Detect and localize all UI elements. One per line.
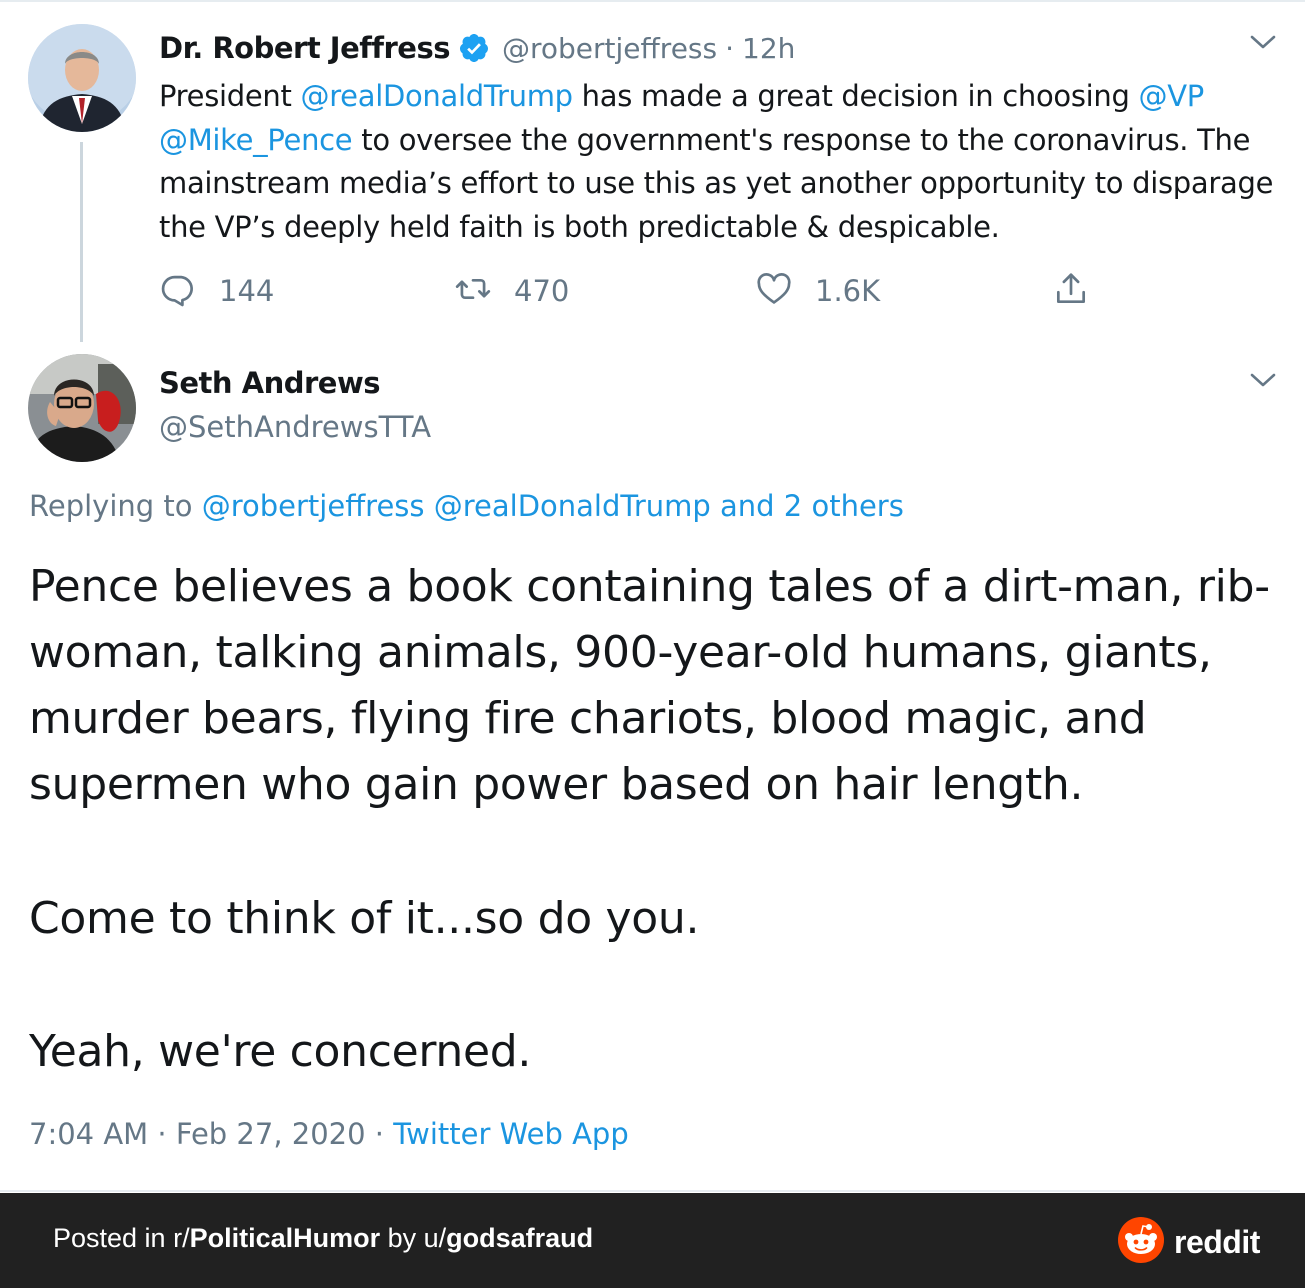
reddit-footer: Posted in r/PoliticalHumor by u/godsafra… — [0, 1193, 1305, 1288]
tweet2-handle[interactable]: @SethAndrewsTTA — [159, 410, 431, 444]
chevron-down-icon[interactable] — [1248, 370, 1278, 390]
tweet2-paragraph-1: Pence believes a book containing tales o… — [29, 561, 1270, 810]
by-label: by u/ — [380, 1223, 447, 1253]
replying-to-mentions[interactable]: @robertjeffress @realDonaldTrump and 2 o… — [202, 489, 904, 523]
tweet2-timestamp[interactable]: 7:04 AM · Feb 27, 2020 · — [29, 1117, 393, 1151]
tweet2-paragraph-3: Yeah, we're concerned. — [29, 1026, 532, 1077]
retweet-button[interactable]: 470 — [454, 268, 569, 314]
tweet2-paragraph-2: Come to think of it...so do you. — [29, 893, 700, 944]
tweet-text-segment: President — [159, 79, 301, 113]
like-count: 1.6K — [815, 274, 881, 308]
replying-to: Replying to @robertjeffress @realDonaldT… — [29, 489, 904, 523]
tweet1-time[interactable]: 12h — [742, 32, 795, 65]
share-icon — [1052, 270, 1090, 312]
replying-to-label: Replying to — [29, 489, 202, 523]
user-link[interactable]: godsafraud — [446, 1223, 593, 1253]
mention-link[interactable]: @realDonaldTrump — [301, 79, 574, 113]
posted-in-label: Posted in r/ — [53, 1223, 190, 1253]
tweet-text-segment: has made a great decision in choosing — [572, 79, 1139, 113]
top-divider — [0, 0, 1305, 2]
posted-in-text: Posted in r/PoliticalHumor by u/godsafra… — [53, 1223, 593, 1254]
avatar-seth-andrews[interactable] — [28, 354, 136, 462]
reddit-logo[interactable]: reddit — [1118, 1217, 1260, 1268]
subreddit-link[interactable]: PoliticalHumor — [190, 1223, 381, 1253]
reddit-wordmark: reddit — [1174, 1224, 1260, 1260]
share-button[interactable] — [1052, 268, 1090, 314]
chevron-down-icon[interactable] — [1248, 32, 1278, 52]
retweet-icon — [454, 270, 492, 312]
separator-dot: · — [725, 31, 735, 65]
thread-connector — [80, 142, 83, 342]
verified-badge-icon — [458, 32, 490, 64]
reply-count: 144 — [219, 274, 275, 308]
footer-divider — [0, 1190, 1280, 1192]
tweet1-header: Dr. Robert Jeffress @robertjeffress · 12… — [159, 28, 795, 68]
reddit-snoo-icon — [1118, 1217, 1164, 1268]
reply-button[interactable]: 144 — [159, 268, 274, 314]
mention-link[interactable]: @Mike_Pence — [159, 123, 353, 157]
like-icon — [755, 270, 793, 312]
tweet2-author-name[interactable]: Seth Andrews — [159, 366, 381, 400]
mention-link[interactable]: @VP — [1139, 79, 1205, 113]
tweet1-text: President @realDonaldTrump has made a gr… — [159, 75, 1284, 249]
tweet1-actions: 144 470 1.6K — [159, 268, 1119, 314]
reply-icon — [159, 270, 197, 312]
tweet1-author-name[interactable]: Dr. Robert Jeffress — [159, 31, 450, 65]
avatar-robert-jeffress[interactable] — [28, 24, 136, 132]
like-button[interactable]: 1.6K — [755, 268, 880, 314]
tweet2-meta: 7:04 AM · Feb 27, 2020 · Twitter Web App — [29, 1117, 629, 1151]
tweet2-source-app[interactable]: Twitter Web App — [393, 1117, 629, 1151]
tweet1-handle[interactable]: @robertjeffress — [502, 32, 717, 65]
retweet-count: 470 — [514, 274, 570, 308]
